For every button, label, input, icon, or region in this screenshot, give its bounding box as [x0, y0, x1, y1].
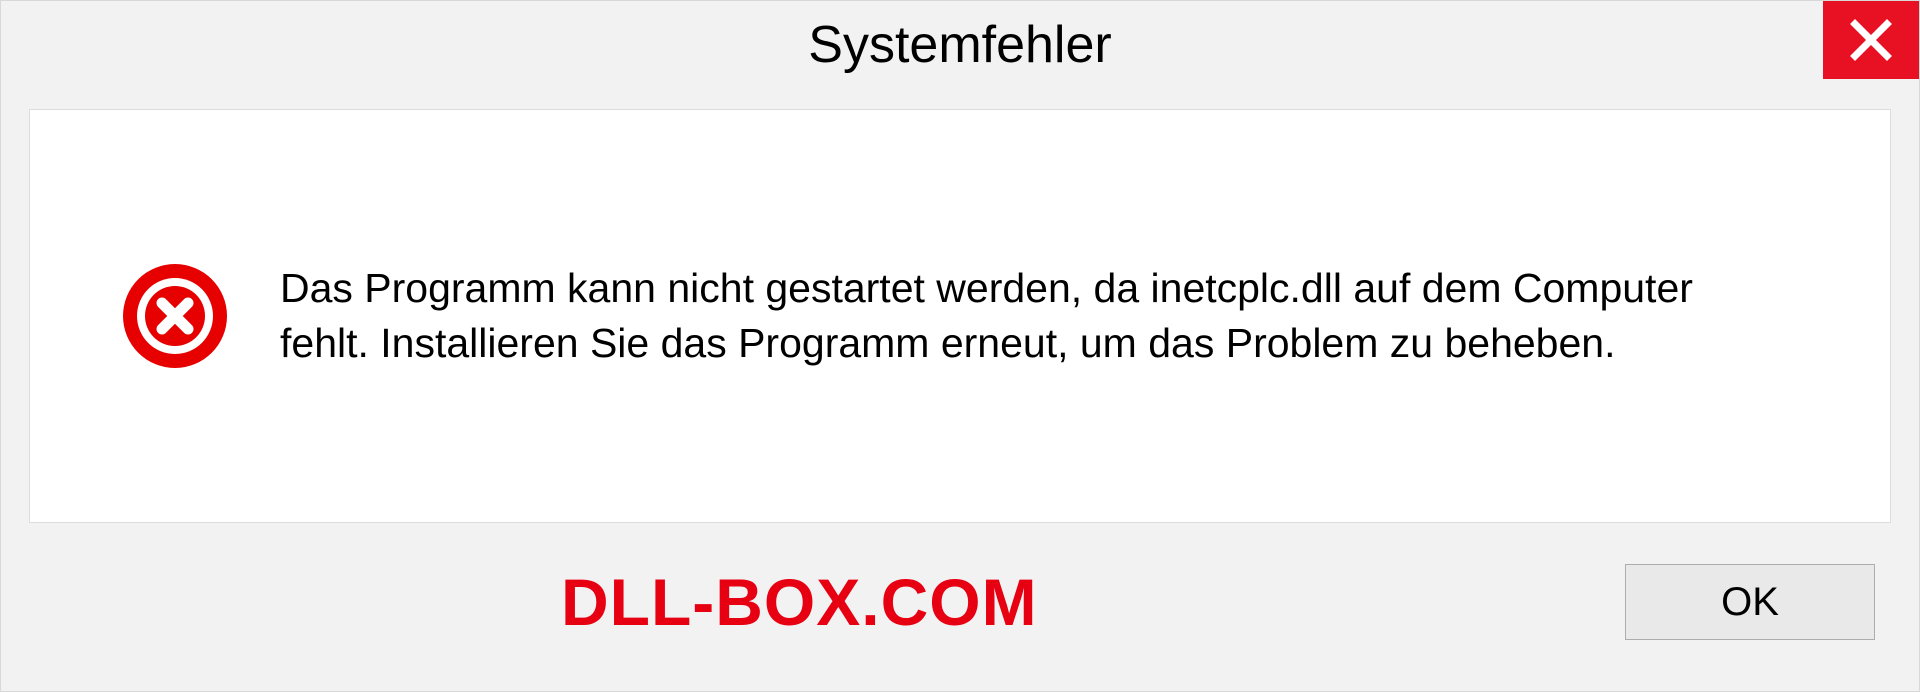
watermark-text: DLL-BOX.COM: [561, 564, 1038, 640]
ok-button[interactable]: OK: [1625, 564, 1875, 640]
close-icon: [1849, 18, 1893, 62]
dialog-footer: DLL-BOX.COM OK: [1, 531, 1919, 691]
content-panel: Das Programm kann nicht gestartet werden…: [29, 109, 1891, 523]
error-icon: [120, 261, 230, 371]
dialog-title: Systemfehler: [808, 15, 1111, 75]
error-message: Das Programm kann nicht gestartet werden…: [280, 261, 1760, 372]
close-button[interactable]: [1823, 1, 1919, 79]
titlebar: Systemfehler: [1, 1, 1919, 89]
error-dialog: Systemfehler Das Programm kann nicht ges…: [0, 0, 1920, 692]
